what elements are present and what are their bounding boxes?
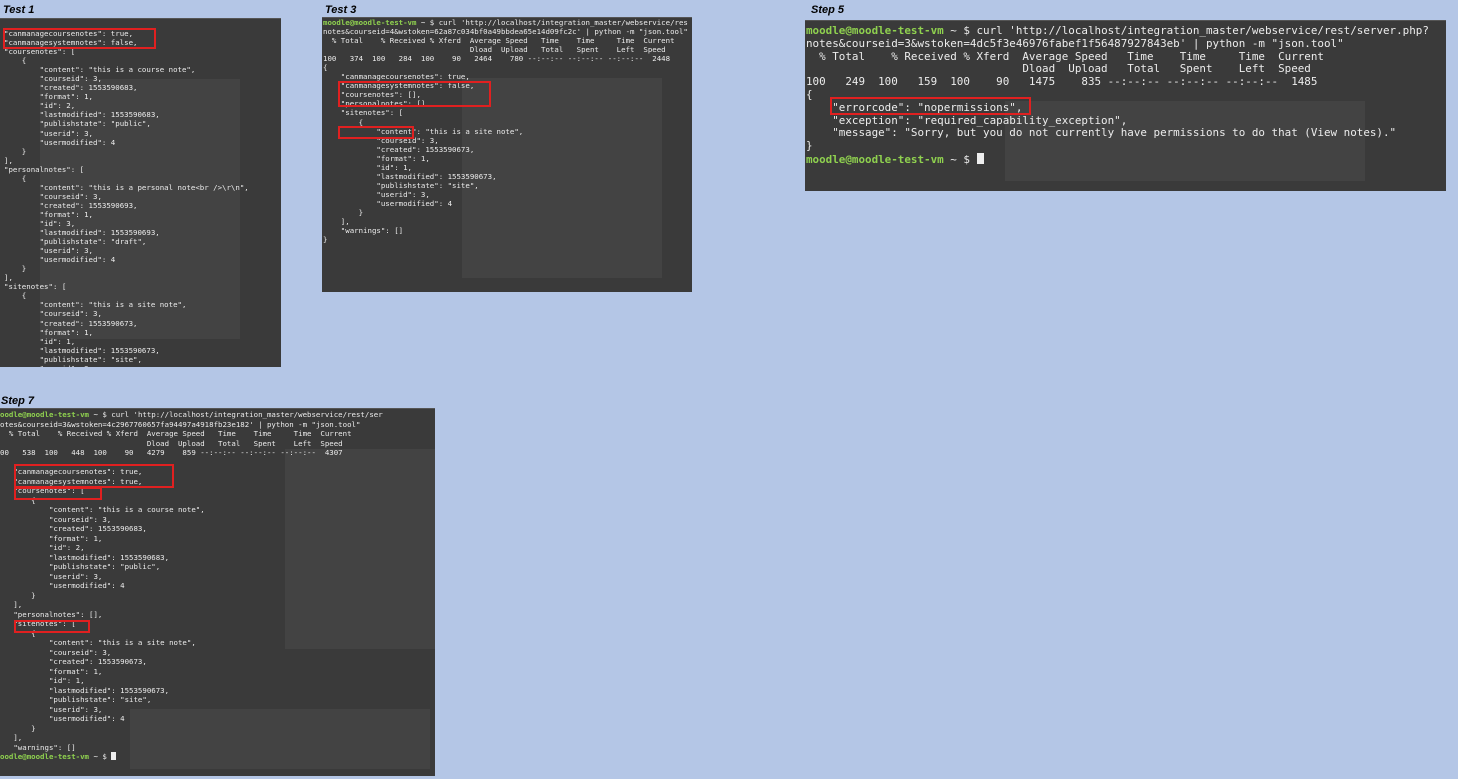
prompt-user: moodle@moodle-test-vm [323, 18, 417, 27]
highlight-sitenotes [14, 620, 90, 633]
terminal-output: "canmanagecoursenotes": true, "canmanage… [4, 29, 249, 367]
label-step7: Step 7 [1, 395, 35, 407]
command: ~ $ curl 'http://localhost/integration_m… [943, 24, 1429, 37]
prompt-user: moodle@moodle-test-vm [806, 24, 944, 37]
final-prompt: ~ $ [89, 752, 112, 761]
highlight-errorcode [830, 97, 1031, 115]
highlight-coursenotes [14, 487, 102, 500]
highlight-canmanage [14, 464, 174, 488]
terminal-test3: moodle@moodle-test-vm ~ $ curl 'http://l… [322, 17, 692, 292]
final-prompt-user: moodle@moodle-test-vm [806, 152, 944, 166]
final-prompt: ~ $ [943, 152, 977, 166]
final-prompt-user: oodle@moodle-test-vm [0, 752, 89, 761]
terminal-cursor [111, 752, 117, 760]
command: ~ $ curl 'http://localhost/integration_m… [416, 18, 688, 27]
terminal-step7: oodle@moodle-test-vm ~ $ curl 'http://lo… [0, 408, 435, 776]
prompt-user: oodle@moodle-test-vm [0, 410, 89, 419]
highlight-canmanage [338, 81, 491, 107]
terminal-output: oodle@moodle-test-vm ~ $ curl 'http://lo… [0, 410, 383, 761]
label-test3: Test 3 [325, 4, 357, 16]
command: ~ $ curl 'http://localhost/integration_m… [89, 410, 383, 419]
terminal-output: moodle@moodle-test-vm ~ $ curl 'http://l… [806, 24, 1429, 166]
label-step5: Step 5 [811, 4, 845, 16]
terminal-step5: moodle@moodle-test-vm ~ $ curl 'http://l… [805, 20, 1446, 191]
terminal-cursor [976, 152, 984, 164]
label-test1: Test 1 [3, 4, 35, 16]
highlight-sitenotes [338, 126, 414, 139]
highlight-canmanage [3, 28, 156, 49]
terminal-test1: "canmanagecoursenotes": true, "canmanage… [0, 18, 281, 367]
